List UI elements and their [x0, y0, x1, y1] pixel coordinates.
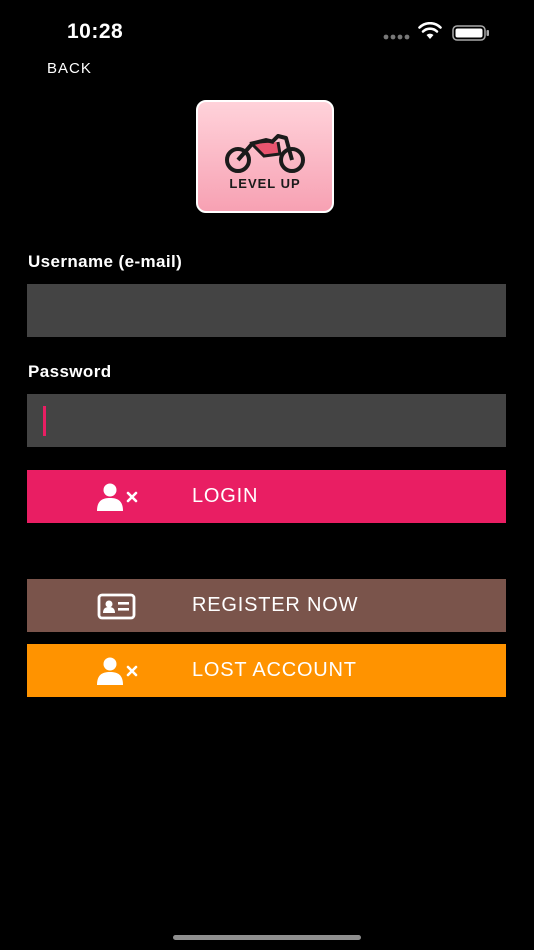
text-cursor: [43, 406, 46, 436]
user-x-icon: [97, 657, 138, 685]
cellular-signal-icon: [383, 34, 410, 40]
login-button[interactable]: LOGIN: [27, 470, 506, 523]
motorcycle-icon: [225, 134, 305, 173]
wifi-icon: [418, 22, 442, 39]
password-field[interactable]: [27, 394, 506, 447]
register-now-button[interactable]: REGISTER NOW: [27, 579, 506, 632]
id-card-icon: [97, 593, 136, 620]
password-label: Password: [28, 362, 112, 381]
battery-icon: [452, 25, 489, 41]
home-indicator[interactable]: [173, 935, 361, 940]
username-label: Username (e-mail): [28, 252, 183, 271]
user-x-icon: [97, 483, 138, 511]
lost-account-button-label: LOST ACCOUNT: [192, 659, 357, 681]
app-logo: LEVEL UP: [196, 100, 334, 213]
register-now-button-label: REGISTER NOW: [192, 594, 359, 616]
lost-account-button[interactable]: LOST ACCOUNT: [27, 644, 506, 697]
login-button-label: LOGIN: [192, 485, 259, 507]
back-button[interactable]: BACK: [47, 60, 92, 77]
logo-text: LEVEL UP: [229, 176, 301, 191]
username-field[interactable]: [27, 284, 506, 337]
status-bar: 10:28: [0, 0, 534, 60]
status-time: 10:28: [67, 20, 124, 43]
